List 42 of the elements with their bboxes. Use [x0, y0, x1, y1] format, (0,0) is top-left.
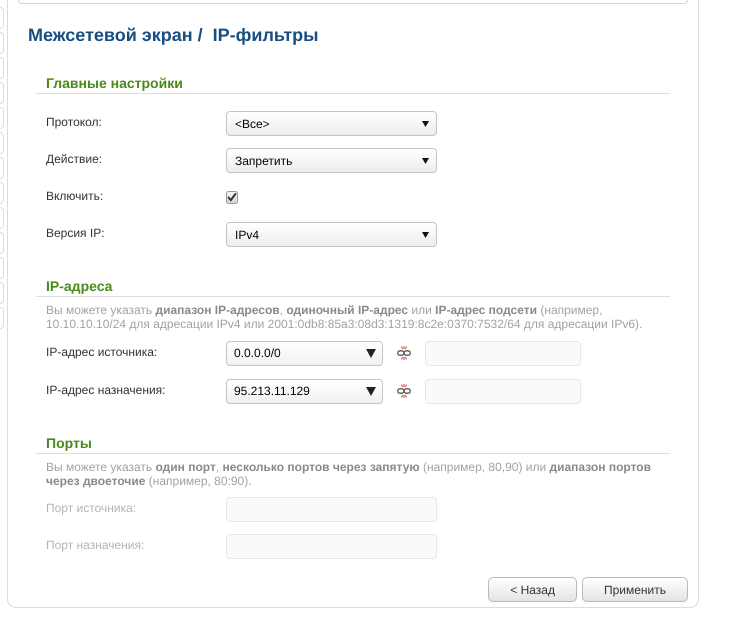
menu-item[interactable]: [0, 282, 4, 304]
caret-icon: [366, 348, 376, 358]
menu-item[interactable]: [0, 57, 4, 79]
dropdown[interactable]: Запретить: [226, 148, 437, 173]
menu-item[interactable]: [0, 82, 4, 104]
menu-item[interactable]: [0, 157, 4, 179]
field-label: Порт источника:: [46, 501, 136, 515]
menu-item[interactable]: [0, 182, 4, 204]
field-label: Протокол:: [46, 115, 102, 129]
broken-link-icon[interactable]: [397, 346, 411, 360]
field-label: Включить:: [46, 189, 104, 203]
broken-link-icon[interactable]: [397, 384, 411, 398]
caret-icon: [366, 386, 376, 396]
section-heading: Порты: [46, 435, 92, 451]
menu-item[interactable]: [0, 257, 4, 279]
combo-box[interactable]: 0.0.0.0/0: [226, 340, 383, 366]
description-text: Вы можете указать один порт, несколько портов через запятую (например, 80,90) или диапазон портов через двоеточие (например, 80:90).: [46, 461, 652, 488]
menu-item[interactable]: [0, 7, 4, 29]
section-heading: Главные настройки: [46, 75, 183, 91]
menu-item[interactable]: [0, 207, 4, 229]
caret-icon: [422, 158, 429, 164]
dropdown[interactable]: IPv4: [226, 222, 437, 247]
checkbox[interactable]: [226, 191, 238, 204]
field-label: IP-адрес источника:: [46, 344, 158, 358]
menu-item[interactable]: [0, 107, 4, 129]
menu-item[interactable]: [0, 32, 4, 54]
field-label: Версия IP:: [46, 226, 105, 240]
section-heading: IP-адреса: [46, 278, 112, 294]
caret-icon: [422, 232, 429, 238]
back-button[interactable]: < Назад: [488, 577, 577, 602]
menu-item[interactable]: [0, 307, 4, 329]
dropdown[interactable]: <Все>: [226, 111, 437, 136]
caret-icon: [422, 120, 429, 126]
field-label: IP-адрес назначения:: [46, 382, 166, 396]
field-label: Порт назначения:: [46, 538, 144, 552]
apply-button[interactable]: Применить: [582, 577, 688, 602]
menu-item[interactable]: [0, 132, 4, 154]
description-text: Вы можете указать диапазон IP-адресов, одиночный IP-адрес или IP-адрес подсети (например, 10.10.10.10/24 для адресации IPv4 или 2001:0db8:85a3:08d3:1319:8c2e:0370:7532/64 для адресации IPv6).: [46, 304, 644, 331]
page-title: Межсетевой экран / IP-фильтры: [28, 24, 319, 46]
combo-box[interactable]: 95.213.11.129: [226, 378, 383, 404]
menu-item[interactable]: [0, 232, 4, 254]
field-label: Действие:: [46, 152, 102, 166]
